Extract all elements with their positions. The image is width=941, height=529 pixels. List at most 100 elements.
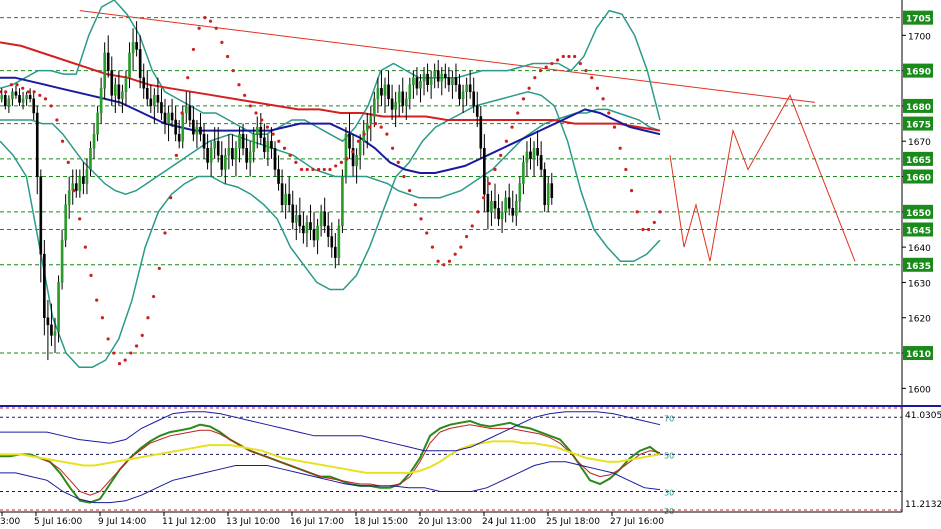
sar-dot [550, 61, 554, 66]
candle-body [532, 148, 536, 160]
time-tick-label: 11 Jul 12:00 [162, 517, 216, 527]
candle-body [429, 77, 433, 85]
sar-dot [521, 97, 526, 101]
sar-dot [584, 69, 588, 73]
sar-dot [482, 196, 486, 200]
candle-body [373, 98, 376, 117]
sar-dot [578, 61, 582, 66]
candle-body [468, 84, 472, 93]
candle-body [18, 95, 21, 103]
candle-body [412, 77, 415, 85]
sar-dot [408, 189, 412, 193]
sar-dot [618, 146, 622, 150]
candle-body [483, 148, 486, 195]
time-tick-label: 25 Jul 18:00 [546, 517, 600, 527]
candle-body [21, 98, 25, 103]
sar-dot [612, 125, 617, 129]
candle-body [355, 155, 358, 167]
candle-body [209, 148, 213, 163]
candle-body [337, 225, 341, 258]
candle-body [369, 116, 373, 124]
sar-dot [21, 86, 25, 90]
candle-body [121, 91, 124, 100]
sar-dot [299, 167, 304, 172]
oscillator-series-line [0, 440, 661, 474]
sar-dot [152, 294, 156, 299]
sar-dot [32, 90, 36, 94]
candle-body [404, 98, 408, 107]
candle-body [114, 84, 117, 96]
candle-body [426, 73, 429, 85]
candle-body [514, 200, 518, 216]
candle-body [220, 155, 224, 170]
sar-dot [89, 273, 93, 277]
candle-body [486, 193, 490, 213]
sar-dot [248, 104, 252, 108]
candle-body [28, 95, 32, 100]
candle-body [259, 126, 263, 138]
sar-dot [163, 231, 167, 235]
candle-body [74, 183, 78, 191]
sar-dot [60, 139, 65, 143]
sar-dot [66, 160, 70, 164]
sar-dot [220, 40, 224, 44]
sar-dot [254, 111, 258, 115]
chart-canvas: 1600 1610 1620 1630 1640 1650 1660 1670 1680 1690… [0, 0, 941, 527]
candle-body [447, 77, 451, 85]
sar-dot [129, 351, 133, 355]
sar-dot [487, 181, 491, 186]
sar-dot [231, 69, 235, 73]
candle-body [0, 95, 4, 100]
sar-dot [533, 76, 537, 80]
price-level-tag-label: 1645 [906, 226, 931, 236]
sar-dot [362, 132, 366, 136]
candle-body [170, 112, 174, 121]
candle-body [362, 130, 366, 142]
candle-body [529, 151, 532, 160]
price-level-tag-label: 1650 [906, 209, 931, 219]
candle-body [202, 133, 206, 149]
candle-body [7, 98, 11, 107]
sar-dot [83, 245, 87, 249]
candle-body [305, 222, 309, 234]
oscillator-panel: 7050302041.030511.2132 [0, 407, 941, 516]
candle-body [192, 119, 195, 135]
sar-dot [658, 210, 662, 214]
candle-body [341, 176, 344, 227]
sar-dot [43, 97, 48, 101]
sar-dot [117, 362, 122, 366]
sar-dot [311, 167, 315, 172]
candle-body [106, 52, 110, 71]
candle-body [444, 73, 447, 78]
sar-dot [237, 83, 241, 87]
candle-body [124, 77, 128, 93]
candle-body [43, 253, 46, 318]
candle-body [408, 84, 412, 100]
candle-body [546, 183, 550, 206]
candle-body [135, 42, 138, 50]
sar-dot [38, 93, 42, 97]
sar-dot [322, 167, 326, 172]
sar-dot [590, 76, 594, 80]
candle-body [415, 77, 419, 89]
sar-dot [493, 167, 497, 172]
time-tick-label: 27 Jul 16:00 [610, 517, 664, 527]
sar-dot [647, 227, 651, 232]
sar-dot [134, 344, 139, 348]
candle-body [53, 331, 57, 336]
time-tick-label: 13 Jul 10:00 [226, 517, 280, 527]
oscillator-level-label: 50 [664, 451, 674, 460]
sar-dot [15, 83, 19, 87]
sar-dot [214, 26, 218, 30]
candle-body [199, 126, 202, 135]
candle-body [507, 197, 511, 209]
candle-body [227, 148, 231, 156]
candle-body [39, 176, 43, 255]
candle-body [401, 91, 405, 107]
candle-body [32, 98, 36, 114]
candle-body [181, 112, 185, 142]
candle-body [312, 229, 316, 241]
sar-dot [635, 210, 639, 214]
sar-dot [573, 54, 577, 59]
candle-body [153, 95, 156, 107]
